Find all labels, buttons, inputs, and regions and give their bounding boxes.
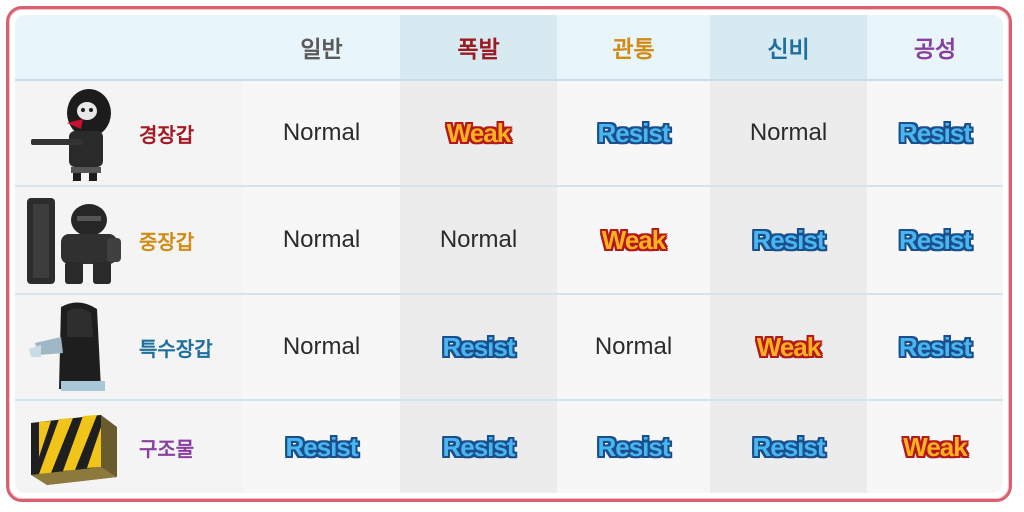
effect-cell: Weak bbox=[867, 401, 1003, 493]
header-normal: 일반 bbox=[243, 15, 400, 81]
effect-value: Resist bbox=[285, 431, 358, 462]
effect-value: Normal bbox=[282, 119, 361, 146]
armor-cell-structure: 구조물 bbox=[15, 401, 243, 493]
effect-cell: Resist bbox=[557, 401, 710, 493]
light-armor-unit-icon bbox=[31, 89, 111, 181]
effect-value: Resist bbox=[898, 331, 972, 362]
effect-value: Normal bbox=[594, 333, 673, 360]
effect-cell: Normal bbox=[557, 295, 710, 401]
header-siege: 공성 bbox=[867, 15, 1003, 81]
header-label: 관통 bbox=[612, 37, 655, 63]
effect-value: Weak bbox=[756, 331, 821, 362]
effect-cell: Resist bbox=[710, 187, 867, 295]
effect-cell: Resist bbox=[867, 81, 1003, 187]
header-explosive: 폭발 bbox=[400, 15, 557, 81]
header-corner bbox=[15, 15, 243, 81]
effect-cell: Weak bbox=[710, 295, 867, 401]
armor-name: 중장갑 bbox=[139, 229, 195, 254]
armor-name: 경장갑 bbox=[139, 122, 195, 147]
armor-cell-heavy: 중장갑 bbox=[15, 187, 243, 295]
armor-effectiveness-table-frame: 일반 폭발 관통 신비 공성 경장갑 Normal Weak Resist No… bbox=[6, 6, 1012, 502]
armor-cell-special: 특수장갑 bbox=[15, 295, 243, 401]
effect-value: Normal bbox=[282, 226, 361, 253]
effect-cell: Resist bbox=[710, 401, 867, 493]
special-armor-unit-icon bbox=[29, 302, 105, 391]
effect-value: Weak bbox=[601, 224, 666, 255]
header-piercing: 관통 bbox=[557, 15, 710, 81]
effect-cell: Weak bbox=[557, 187, 710, 295]
effect-value: Normal bbox=[749, 119, 828, 146]
effect-value: Resist bbox=[752, 431, 825, 462]
effect-value: Resist bbox=[898, 117, 972, 148]
effect-value: Resist bbox=[442, 331, 515, 362]
structure-barricade-icon bbox=[31, 415, 117, 485]
header-label: 폭발 bbox=[457, 37, 500, 63]
effect-cell: Normal bbox=[710, 81, 867, 187]
armor-name: 구조물 bbox=[139, 436, 195, 461]
effect-value: Resist bbox=[597, 431, 670, 462]
effect-value: Normal bbox=[282, 333, 361, 360]
armor-effectiveness-grid: 일반 폭발 관통 신비 공성 경장갑 Normal Weak Resist No… bbox=[15, 15, 1003, 493]
effect-cell: Resist bbox=[400, 401, 557, 493]
effect-value: Resist bbox=[442, 431, 515, 462]
header-label: 일반 bbox=[300, 37, 343, 63]
effect-cell: Normal bbox=[243, 187, 400, 295]
effect-value: Resist bbox=[898, 224, 972, 255]
effect-cell: Resist bbox=[867, 295, 1003, 401]
effect-value: Weak bbox=[903, 431, 967, 462]
effect-value: Normal bbox=[439, 226, 518, 253]
header-mystic: 신비 bbox=[710, 15, 867, 81]
effect-cell: Resist bbox=[243, 401, 400, 493]
armor-name: 특수장갑 bbox=[139, 336, 213, 361]
armor-cell-light: 경장갑 bbox=[15, 81, 243, 187]
effect-cell: Weak bbox=[400, 81, 557, 187]
header-label: 신비 bbox=[767, 37, 810, 63]
effect-cell: Normal bbox=[400, 187, 557, 295]
effect-cell: Normal bbox=[243, 295, 400, 401]
header-label: 공성 bbox=[913, 37, 957, 63]
effect-cell: Normal bbox=[243, 81, 400, 187]
effect-value: Resist bbox=[752, 224, 825, 255]
heavy-armor-unit-icon bbox=[27, 198, 121, 284]
effect-value: Resist bbox=[597, 117, 670, 148]
effect-cell: Resist bbox=[557, 81, 710, 187]
effect-cell: Resist bbox=[867, 187, 1003, 295]
effect-cell: Resist bbox=[400, 295, 557, 401]
effect-value: Weak bbox=[446, 117, 511, 148]
